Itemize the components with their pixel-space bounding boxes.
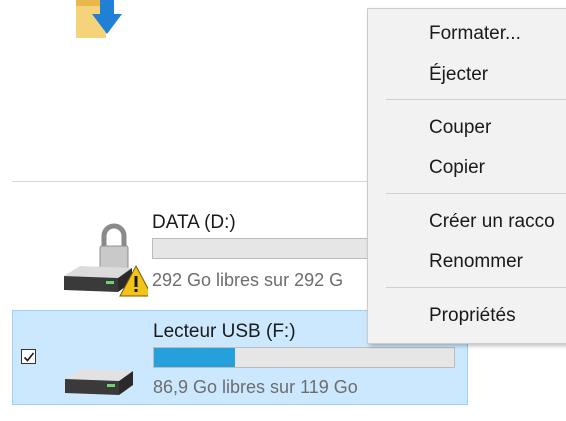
menu-item-eject[interactable]: Éjecter	[429, 64, 488, 86]
select-checkbox[interactable]	[21, 349, 36, 364]
section-separator	[12, 181, 368, 182]
menu-item-rename[interactable]: Renommer	[429, 251, 523, 273]
menu-item-copy[interactable]: Copier	[429, 157, 485, 179]
menu-item-format[interactable]: Formater...	[429, 23, 521, 45]
usage-bar	[153, 347, 455, 368]
menu-item-cut[interactable]: Couper	[429, 117, 491, 139]
menu-item-properties[interactable]: Propriétés	[429, 305, 516, 327]
menu-item-create-shortcut[interactable]: Créer un racco	[429, 211, 555, 233]
downloads-folder-icon[interactable]	[72, 0, 138, 46]
checkmark-icon	[23, 352, 35, 362]
drive-name: Lecteur USB (F:)	[153, 321, 296, 342]
drive-name: DATA (D:)	[152, 212, 236, 233]
context-menu: Formater... Éjecter Couper Copier Créer …	[367, 8, 566, 344]
usb-drive-icon	[65, 369, 133, 395]
usage-bar-fill	[154, 348, 235, 367]
locked-drive-warning-icon	[64, 223, 148, 297]
menu-separator	[386, 99, 566, 100]
menu-separator	[386, 193, 566, 194]
menu-separator	[386, 287, 566, 288]
drive-free-space: 86,9 Go libres sur 119 Go	[153, 377, 358, 397]
drive-free-space: 292 Go libres sur 292 G	[152, 270, 344, 290]
